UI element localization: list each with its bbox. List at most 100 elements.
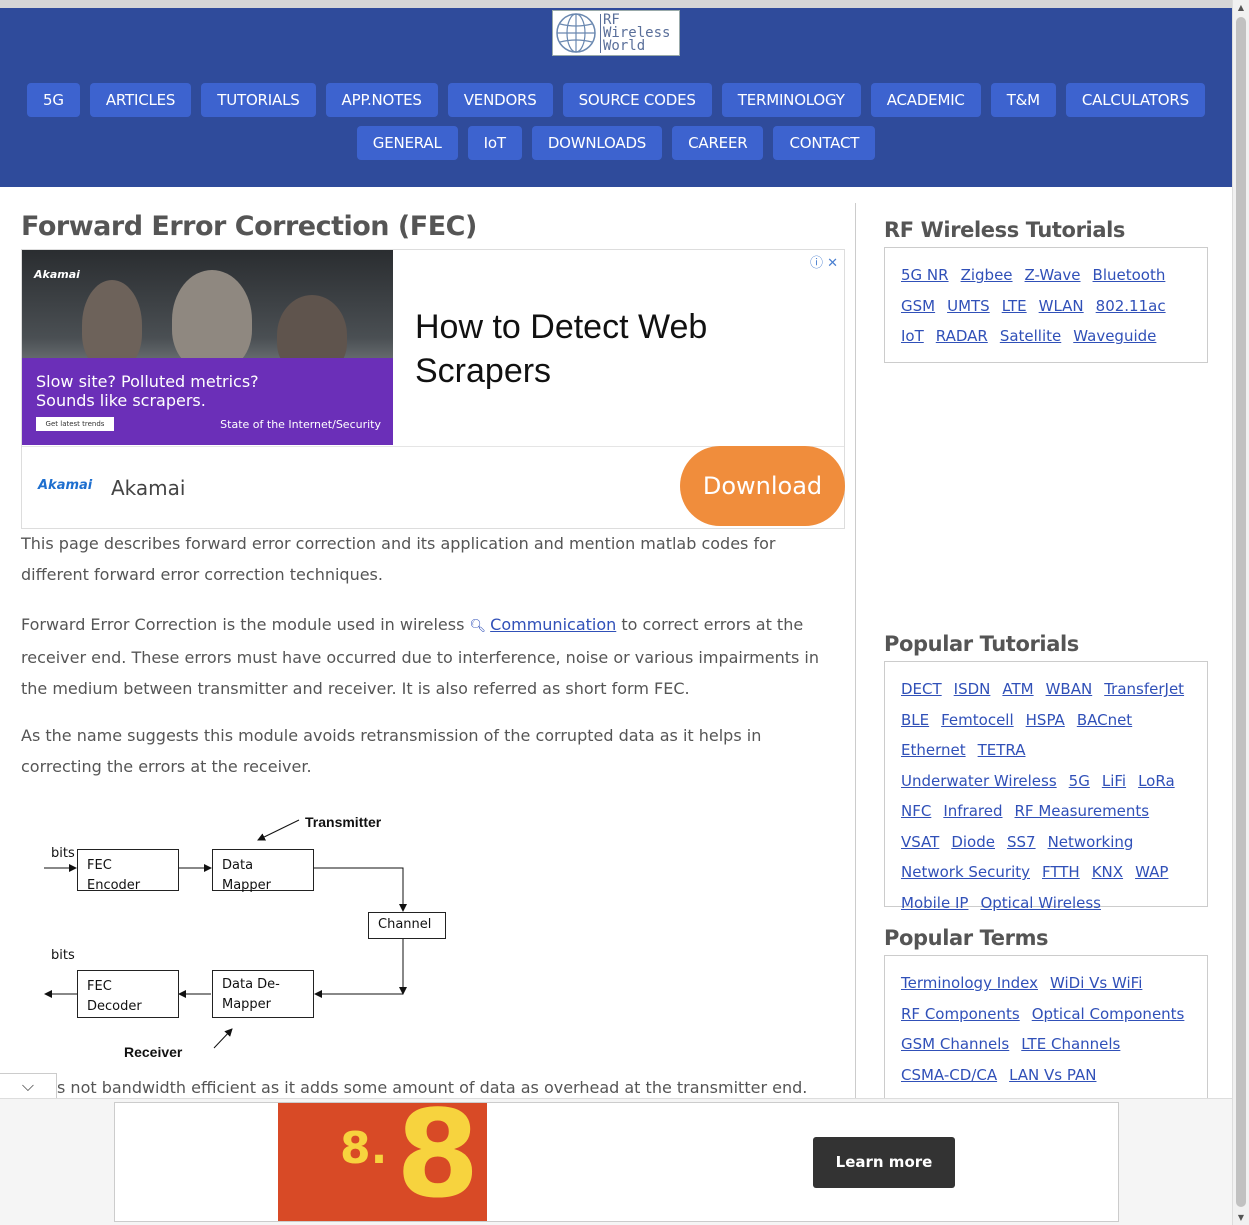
site-logo[interactable]: RF Wireless World [552, 10, 680, 56]
paragraph-text: Forward Error Correction is the module u… [21, 615, 470, 634]
sidebar-link-z-wave[interactable]: Z-Wave [1025, 260, 1081, 291]
sidebar-link-box: DECT ISDN ATM WBAN TransferJet BLE Femtocell HS… [884, 661, 1208, 912]
search-icon[interactable]: 🔍︎ [470, 619, 491, 634]
nav-tutorials[interactable]: TUTORIALS [201, 83, 316, 117]
ad-choices-close-icon[interactable]: ⓘ ✕ [810, 252, 838, 271]
sidebar-link-underwater-wireless[interactable]: Underwater Wireless [901, 766, 1057, 797]
ad-download-button[interactable]: Download [680, 446, 845, 526]
sidebar-link-satellite[interactable]: Satellite [1000, 321, 1061, 352]
nav-5g[interactable]: 5G [27, 83, 80, 117]
receiver-label: Receiver [124, 1044, 183, 1060]
sidebar-link-802-11ac[interactable]: 802.11ac [1096, 291, 1166, 322]
nav-general[interactable]: GENERAL [356, 126, 458, 160]
ad-brand-name: Akamai [111, 476, 186, 500]
page-scrollbar[interactable]: ▲ ▼ [1232, 0, 1249, 1225]
sidebar-link-optical-components[interactable]: Optical Components [1032, 999, 1185, 1030]
bottom-ad-image[interactable]: 8. 8 [278, 1103, 487, 1221]
sidebar-link-widi-vs-wifi[interactable]: WiDi Vs WiFi [1050, 968, 1142, 999]
nav-articles[interactable]: ARTICLES [89, 83, 192, 117]
sidebar-link-lte[interactable]: LTE [1002, 291, 1027, 322]
sidebar-link-gsm[interactable]: GSM [901, 291, 935, 322]
sidebar-link-umts[interactable]: UMTS [947, 291, 990, 322]
logo-text: RF Wireless World [600, 13, 670, 54]
sidebar-link-waveguide[interactable]: Waveguide [1073, 321, 1156, 352]
sidebar-link-transferjet[interactable]: TransferJet [1104, 674, 1184, 705]
sidebar-link-dect[interactable]: DECT [901, 674, 942, 705]
sidebar-link-nfc[interactable]: NFC [901, 796, 931, 827]
sidebar-link-rf-measurements[interactable]: RF Measurements [1015, 796, 1150, 827]
sidebar-link-wban[interactable]: WBAN [1046, 674, 1093, 705]
ad-brand-logo: Akamai [38, 478, 93, 493]
learn-more-button[interactable]: Learn more [813, 1137, 955, 1188]
article-paragraph-2: Forward Error Correction is the module u… [21, 609, 831, 704]
ad-image-text: Slow site? Polluted metrics? Sounds like… [36, 372, 259, 410]
display-ad[interactable]: Akamai Slow site? Polluted metrics? Soun… [21, 249, 845, 529]
sidebar-link-networking[interactable]: Networking [1048, 827, 1134, 858]
sidebar-link-ss7[interactable]: SS7 [1007, 827, 1036, 858]
sidebar-link-vsat[interactable]: VSAT [901, 827, 939, 858]
logo-line-3: World [603, 37, 646, 54]
sidebar-link-atm[interactable]: ATM [1002, 674, 1033, 705]
fec-encoder-box: FEC Encoder [77, 849, 179, 893]
ad-headline[interactable]: How to Detect Web Scrapers [415, 305, 844, 393]
sidebar-link-ftth[interactable]: FTTH [1042, 857, 1080, 888]
sidebar-link-infrared[interactable]: Infrared [943, 796, 1002, 827]
sidebar-link-knx[interactable]: KNX [1092, 857, 1123, 888]
sidebar-link-5g[interactable]: 5G [1069, 766, 1090, 797]
sidebar-link-wlan[interactable]: WLAN [1039, 291, 1084, 322]
nav-vendors[interactable]: VENDORS [447, 83, 553, 117]
globe-icon [556, 13, 596, 53]
nav-terminology[interactable]: TERMINOLOGY [721, 83, 861, 117]
sidebar-link-isdn[interactable]: ISDN [954, 674, 991, 705]
nav-app-notes[interactable]: APP.NOTES [325, 83, 438, 117]
chevron-down-icon[interactable]: ⌵ [0, 1073, 57, 1099]
browser-top-strip [0, 0, 1232, 8]
sidebar-link-bacnet[interactable]: BACnet [1077, 705, 1132, 736]
scroll-down-icon[interactable]: ▼ [1236, 1213, 1246, 1222]
sidebar-link-tetra[interactable]: TETRA [978, 735, 1026, 766]
nav-calculators[interactable]: CALCULATORS [1065, 83, 1205, 117]
sidebar-link-rf-components[interactable]: RF Components [901, 999, 1020, 1030]
sidebar-link-terminology-index[interactable]: Terminology Index [901, 968, 1038, 999]
bottom-ad-frame[interactable]: 8. 8 Learn more [114, 1102, 1119, 1222]
ad-image[interactable]: Akamai Slow site? Polluted metrics? Soun… [22, 250, 393, 445]
sidebar-link-femtocell[interactable]: Femtocell [941, 705, 1014, 736]
page-title: Forward Error Correction (FEC) [21, 211, 477, 242]
sidebar-link-gsm-channels[interactable]: GSM Channels [901, 1029, 1009, 1060]
nav-t-m[interactable]: T&M [990, 83, 1056, 117]
scroll-up-icon[interactable]: ▲ [1236, 3, 1246, 12]
sidebar-link-csma-cd-ca[interactable]: CSMA-CD/CA [901, 1060, 997, 1091]
ad-image-cta[interactable]: Get latest trends [36, 417, 114, 431]
fec-block-diagram: Transmitter bits FEC Encoder Data Mapper… [21, 808, 461, 1068]
main-nav-row-2: GENERAL IoT DOWNLOADS CAREER CONTACT [0, 126, 1232, 160]
article-paragraph-4: s not bandwidth efficient as it adds som… [57, 1078, 808, 1097]
sidebar-link-mobile-ip[interactable]: Mobile IP [901, 888, 968, 919]
sidebar-link-hspa[interactable]: HSPA [1026, 705, 1065, 736]
nav-academic[interactable]: ACADEMIC [870, 83, 981, 117]
sidebar-link-lan-vs-pan[interactable]: LAN Vs PAN [1009, 1060, 1096, 1091]
sidebar-link-5g-nr[interactable]: 5G NR [901, 260, 949, 291]
sidebar-link-network-security[interactable]: Network Security [901, 857, 1030, 888]
communication-link[interactable]: Communication [490, 615, 616, 634]
sidebar-link-optical-wireless[interactable]: Optical Wireless [980, 888, 1101, 919]
sidebar-link-iot[interactable]: IoT [901, 321, 924, 352]
column-divider [855, 203, 856, 1098]
nav-career[interactable]: CAREER [672, 126, 764, 160]
nav-iot[interactable]: IoT [467, 126, 522, 160]
nav-downloads[interactable]: DOWNLOADS [531, 126, 663, 160]
sidebar-link-lora[interactable]: LoRa [1138, 766, 1175, 797]
sidebar-link-radar[interactable]: RADAR [936, 321, 988, 352]
sidebar-popular-terms: Popular Terms Terminology Index WiDi Vs W… [884, 926, 1208, 1105]
sidebar-popular-tutorials: Popular Tutorials DECT ISDN ATM WBAN Transfe… [884, 632, 1208, 912]
sidebar-link-diode[interactable]: Diode [951, 827, 995, 858]
sidebar-link-zigbee[interactable]: Zigbee [961, 260, 1013, 291]
sidebar-link-wap[interactable]: WAP [1135, 857, 1168, 888]
sidebar-link-lte-channels[interactable]: LTE Channels [1021, 1029, 1120, 1060]
sidebar-link-ble[interactable]: BLE [901, 705, 929, 736]
nav-contact[interactable]: CONTACT [773, 126, 876, 160]
sidebar-link-ethernet[interactable]: Ethernet [901, 735, 966, 766]
nav-source-codes[interactable]: SOURCE CODES [562, 83, 712, 117]
sidebar-link-lifi[interactable]: LiFi [1102, 766, 1126, 797]
sidebar-link-bluetooth[interactable]: Bluetooth [1093, 260, 1166, 291]
scrollbar-thumb[interactable] [1236, 17, 1246, 1207]
